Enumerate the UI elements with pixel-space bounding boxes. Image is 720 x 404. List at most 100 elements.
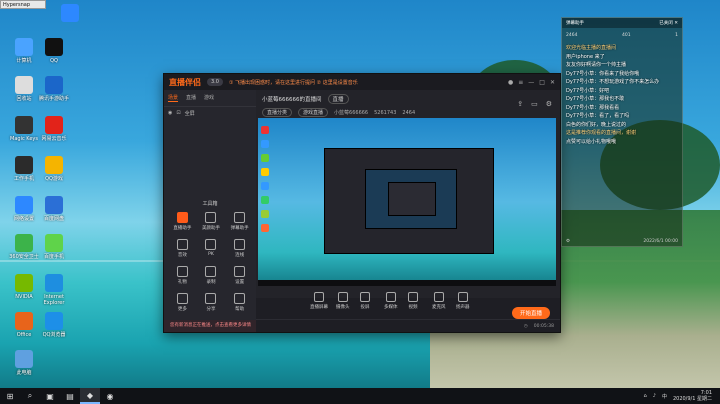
live-app-icon[interactable]: ◆ — [80, 388, 100, 404]
toolbox-item[interactable]: 弹幕助手 — [225, 212, 254, 231]
room-tag-type[interactable]: 游戏直播 — [298, 108, 329, 117]
tab-game[interactable]: 游戏 — [204, 94, 214, 102]
clock[interactable]: 7:01 2020/9/1 星期二 — [673, 390, 712, 402]
hypersnap-window-tab[interactable]: Hypersnap — [0, 0, 46, 9]
tab-scene[interactable]: 场景 — [168, 94, 179, 102]
search-icon[interactable]: ⌕ — [20, 388, 40, 404]
volume-icon[interactable]: ♪ — [653, 393, 656, 399]
chat-message: Dy77号小草：那我也不敢 — [566, 96, 625, 102]
tool-label: 礼物 — [177, 280, 187, 285]
toolbox-item[interactable]: 更多 — [168, 293, 197, 312]
chat-settings-icon[interactable]: ⚙ — [566, 239, 570, 244]
close-icon[interactable]: ✕ — [550, 79, 555, 86]
warning-banner[interactable]: 您有新消息正在推送，点击查看更多详情 — [164, 320, 256, 332]
toolbox-item[interactable]: 连线 — [225, 239, 254, 258]
version-badge: 3.0 — [207, 78, 223, 86]
tool-icon — [205, 293, 217, 304]
recursive-window-3 — [388, 182, 436, 216]
desktop-icon[interactable]: Internet Explorer — [36, 274, 72, 306]
app-icon — [15, 196, 33, 214]
avatar-icon[interactable]: ● — [508, 79, 513, 86]
app-icon — [15, 156, 33, 174]
desktop-icon[interactable]: 百度手机 — [36, 234, 72, 260]
chat-message: Dy77号小草：你看来了我给你哦 — [566, 70, 640, 77]
minimize-icon[interactable]: — — [528, 79, 534, 86]
main-area: 小蓝莓666666的直播间 直播 直播分类 游戏直播 小蓝莓666666 526… — [256, 90, 560, 332]
eye-icon[interactable]: ◉ — [168, 110, 172, 117]
chat-stats: 2464 401 1 — [562, 28, 682, 42]
tool-icon — [234, 212, 246, 223]
toolbox-item[interactable]: 录制 — [197, 266, 226, 285]
bottom-tool-icon — [385, 292, 396, 302]
input-language[interactable]: 中 — [662, 393, 667, 400]
recursive-window-2 — [365, 169, 457, 229]
viewers-count: 401 — [621, 32, 631, 38]
tool-icon — [176, 266, 188, 277]
desktop-icon-label: 百度网盘 — [43, 216, 64, 222]
scene-item[interactable]: ◉ ⊡ 全屏 — [164, 107, 256, 120]
bottom-tool-icon — [337, 292, 348, 302]
tab-live[interactable]: 直播 — [186, 94, 196, 102]
explorer-icon[interactable]: ▤ — [60, 388, 80, 404]
toolbox-item[interactable]: 美颜助手 — [197, 212, 226, 231]
tool-label: PK — [208, 252, 214, 257]
toolbox-item[interactable]: 分享 — [197, 293, 226, 312]
desktop-icon[interactable]: 此电脑 — [6, 350, 42, 376]
desktop-icon[interactable] — [52, 4, 88, 24]
lock-icon[interactable]: ⊡ — [176, 110, 180, 117]
settings-icon[interactable]: ⚙ — [546, 100, 552, 108]
toolbox-item[interactable]: 礼物 — [168, 266, 197, 285]
desktop-icon[interactable]: 腾讯手游助手 — [36, 76, 72, 102]
notice-text[interactable]: ① 飞播出现困惑时，请在这里进行提问 ② 这里是设置音乐 — [229, 79, 502, 86]
tool-label: 美颜助手 — [201, 226, 220, 231]
scene-label: 全屏 — [184, 111, 195, 117]
desktop-icon[interactable]: 网易云音乐 — [36, 116, 72, 142]
toolbox-item[interactable]: 帮助 — [225, 293, 254, 312]
chat-footer: ⚙ 2022/6/1 00:00 — [566, 239, 678, 244]
start-live-button[interactable]: 开始直播 — [511, 307, 550, 319]
bottom-tool-button[interactable]: 麦克风 — [432, 292, 446, 310]
bottom-tool-button[interactable]: 多媒体 — [384, 292, 398, 310]
bottom-tool-label: 多媒体 — [384, 305, 398, 310]
chat-message: 点赞可以给小礼物哦哦 — [566, 138, 617, 145]
browser-icon[interactable]: ◉ — [100, 388, 120, 404]
toolbox-item[interactable]: 直播助手 — [168, 212, 197, 231]
share-icon[interactable]: ⇪ — [517, 100, 523, 108]
chat-close-button[interactable]: 已关闭 ✕ — [659, 20, 678, 26]
chat-header: 弹幕助手 已关闭 ✕ — [562, 18, 682, 28]
screen-icon[interactable]: ▭ — [531, 100, 538, 108]
room-tag-category[interactable]: 直播分类 — [262, 108, 293, 117]
tool-icon — [234, 293, 246, 304]
app-icon — [15, 38, 33, 56]
bottom-tool-button[interactable]: 直播屏幕 — [310, 292, 328, 310]
windows-icon[interactable]: ⊞ — [0, 388, 20, 404]
desktop-icon[interactable]: 百度网盘 — [36, 196, 72, 222]
network-icon[interactable]: ⌂ — [644, 393, 647, 399]
likes-count: 2464 — [566, 32, 578, 38]
bottom-tool-button[interactable]: 摄像头 — [336, 292, 350, 310]
chat-message: Dy77号小草：好吧 — [566, 87, 610, 94]
app-icon — [45, 38, 63, 56]
toolbox-item[interactable]: 设置 — [225, 266, 254, 285]
desktop-icon-label: QQ — [50, 58, 58, 64]
app-icon — [45, 312, 63, 330]
desktop-icon[interactable]: QQ浏览器 — [36, 312, 72, 338]
bottom-tool-icon — [457, 292, 468, 302]
desktop-icon[interactable]: QQ — [36, 38, 72, 64]
bottom-tool-button[interactable]: 视频 — [408, 292, 418, 310]
bottom-tool-button[interactable]: 扬声器 — [456, 292, 470, 310]
desktop-icon[interactable]: QQ游戏 — [36, 156, 72, 182]
toolbox-item[interactable]: PK — [197, 239, 226, 258]
tool-label: 更多 — [177, 307, 187, 312]
app-icon — [15, 312, 33, 330]
task-view-icon[interactable]: ▣ — [40, 388, 60, 404]
chat-timestamp: 2022/6/1 00:00 — [643, 239, 678, 244]
bottom-tool-label: 投屏 — [360, 305, 370, 310]
menu-icon[interactable]: ≡ — [518, 79, 523, 86]
toolbox-item[interactable]: 音效 — [168, 239, 197, 258]
tool-label: 连线 — [235, 253, 245, 258]
maximize-icon[interactable]: □ — [539, 79, 545, 86]
tool-label: 弹幕助手 — [230, 226, 249, 231]
bottom-tool-button[interactable]: 投屏 — [360, 292, 370, 310]
stream-preview[interactable] — [258, 118, 556, 286]
